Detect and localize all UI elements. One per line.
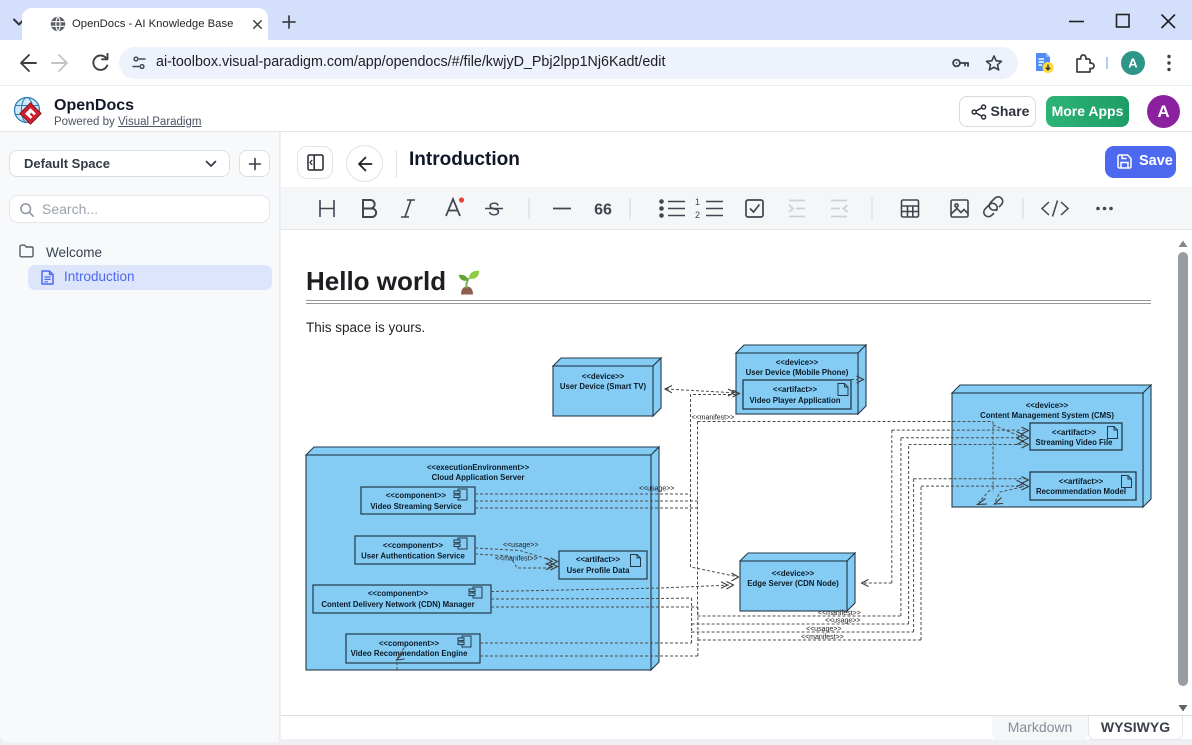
svg-text:<<usage>>: <<usage>> — [639, 486, 674, 493]
svg-text:User Authentication Service: User Authentication Service — [361, 552, 465, 561]
svg-text:Edge Server (CDN Node): Edge Server (CDN Node) — [747, 579, 839, 588]
svg-text:<<usage>>: <<usage>> — [503, 542, 538, 549]
svg-text:<<manifest>>: <<manifest>> — [495, 556, 538, 563]
svg-text:<<usage>>: <<usage>> — [825, 618, 860, 625]
svg-text:<<artifact>>: <<artifact>> — [773, 385, 818, 394]
svg-text:<<component>>: <<component>> — [379, 639, 440, 648]
svg-text:<<usage>>: <<usage>> — [806, 626, 841, 633]
svg-text:Video Player Application: Video Player Application — [750, 396, 841, 405]
svg-text:Video Recommendation Engine: Video Recommendation Engine — [351, 649, 468, 658]
svg-text:<<component>>: <<component>> — [386, 491, 447, 500]
svg-text:2: 2 — [695, 210, 700, 220]
svg-text:Content Delivery Network (CDN): Content Delivery Network (CDN) Manager — [321, 600, 474, 609]
svg-text:<<manifest>>: <<manifest>> — [692, 415, 735, 422]
svg-text:Cloud Application Server: Cloud Application Server — [432, 473, 525, 482]
svg-text:<<device>>: <<device>> — [1026, 401, 1069, 410]
svg-text:<<artifact>>: <<artifact>> — [1052, 428, 1097, 437]
svg-text:Recommendation Model: Recommendation Model — [1036, 487, 1126, 496]
svg-text:<<artifact>>: <<artifact>> — [1059, 477, 1104, 486]
svg-text:Video Streaming Service: Video Streaming Service — [370, 502, 462, 511]
svg-text:Content Management System (CMS: Content Management System (CMS) — [980, 411, 1114, 420]
svg-text:<<manifest>>: <<manifest>> — [818, 610, 861, 617]
svg-text:<<device>>: <<device>> — [772, 569, 815, 578]
svg-text:A: A — [1128, 56, 1138, 71]
svg-text:<<executionEnvironment>>: <<executionEnvironment>> — [427, 463, 530, 472]
svg-text:<<component>>: <<component>> — [368, 589, 429, 598]
svg-text:S: S — [488, 200, 500, 220]
svg-text:User Device (Smart TV): User Device (Smart TV) — [560, 382, 647, 391]
svg-text:<<device>>: <<device>> — [776, 358, 819, 367]
svg-text:<<device>>: <<device>> — [582, 372, 625, 381]
svg-text:<<artifact>>: <<artifact>> — [576, 555, 621, 564]
svg-text:User Profile Data: User Profile Data — [567, 566, 630, 575]
svg-text:User Device (Mobile Phone): User Device (Mobile Phone) — [746, 368, 849, 377]
svg-text:<<component>>: <<component>> — [383, 541, 444, 550]
svg-text:1: 1 — [695, 197, 700, 207]
svg-text:Streaming Video File: Streaming Video File — [1036, 438, 1114, 447]
svg-text:<<manifest>>: <<manifest>> — [801, 634, 844, 641]
svg-text:66: 66 — [594, 202, 612, 219]
